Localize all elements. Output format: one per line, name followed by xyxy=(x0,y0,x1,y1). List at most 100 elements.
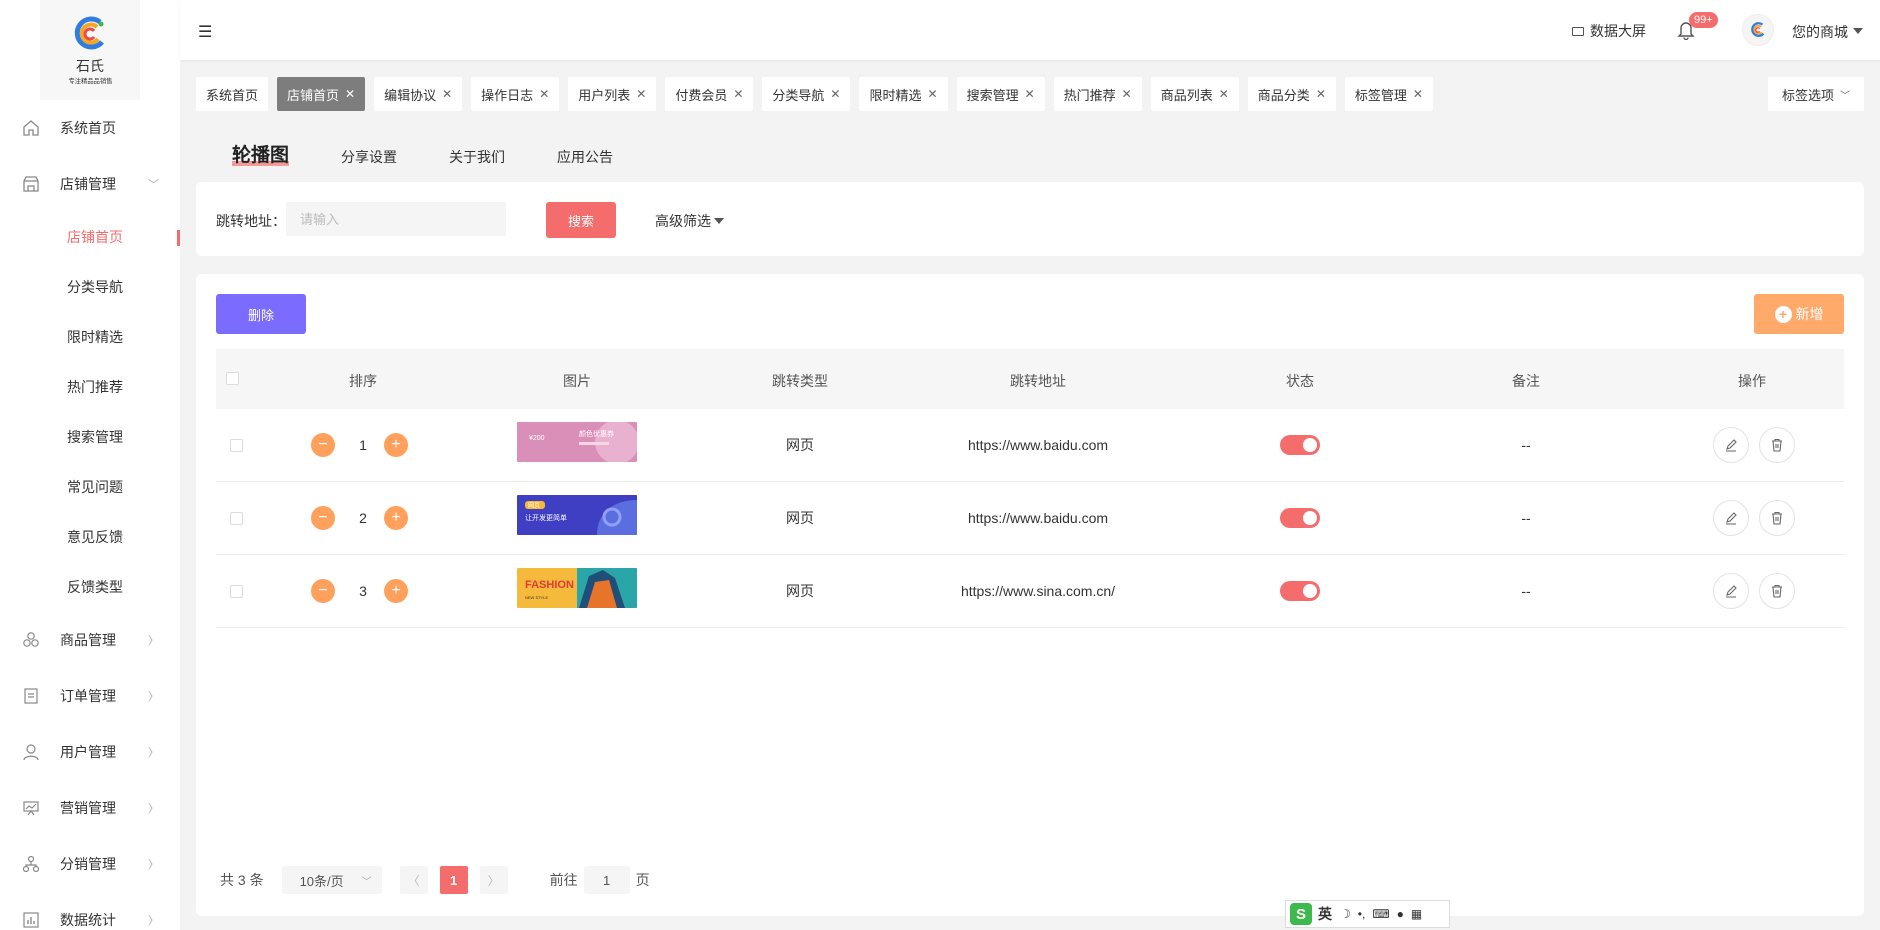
tag-limited-picks[interactable]: 限时精选 ✕ xyxy=(859,77,948,111)
close-icon[interactable]: ✕ xyxy=(442,87,452,101)
sidebar-item-stats[interactable]: 数据统计 〉 xyxy=(0,892,180,930)
delete-button[interactable]: 删除 xyxy=(216,294,306,334)
tab-banner[interactable]: 轮播图 xyxy=(232,140,290,167)
tag-label: 编辑协议 xyxy=(384,87,437,103)
sidebar-sub-search-manage[interactable]: 搜索管理 xyxy=(0,412,180,462)
close-icon[interactable]: ✕ xyxy=(1316,87,1326,101)
status-toggle[interactable] xyxy=(1280,508,1320,528)
increase-order-button[interactable]: + xyxy=(384,579,408,603)
punctuation-icon[interactable]: •, xyxy=(1358,907,1366,921)
page-size-select[interactable]: 10条/页 ﹀ xyxy=(281,866,382,894)
close-icon[interactable]: ✕ xyxy=(830,87,840,101)
delete-row-button[interactable] xyxy=(1759,427,1795,463)
ime-language[interactable]: 英 xyxy=(1318,904,1332,924)
decrease-order-button[interactable]: − xyxy=(311,579,335,603)
sidebar-item-users[interactable]: 用户管理 〉 xyxy=(0,724,180,780)
sidebar-sub-faq[interactable]: 常见问题 xyxy=(0,462,180,512)
sidebar-item-orders[interactable]: 订单管理 〉 xyxy=(0,668,180,724)
edit-button[interactable] xyxy=(1713,500,1749,536)
tag-goods-category[interactable]: 商品分类 ✕ xyxy=(1247,77,1336,111)
tag-category-nav[interactable]: 分类导航 ✕ xyxy=(762,77,851,111)
sidebar-sub-limited-picks[interactable]: 限时精选 xyxy=(0,312,180,362)
tag-user-list[interactable]: 用户列表 ✕ xyxy=(568,77,657,111)
column-header-status: 状态 xyxy=(1286,373,1314,389)
sidebar-sub-hot-recommend[interactable]: 热门推荐 xyxy=(0,362,180,412)
banner-image-thumbnail[interactable]: FASHION NEW STYLE xyxy=(517,568,637,608)
tag-hot-recommend[interactable]: 热门推荐 ✕ xyxy=(1053,77,1142,111)
tag-goods-list[interactable]: 商品列表 ✕ xyxy=(1150,77,1239,111)
row-checkbox[interactable] xyxy=(230,439,243,452)
close-icon[interactable]: ✕ xyxy=(345,87,355,101)
sidebar-sub-feedback[interactable]: 意见反馈 xyxy=(0,512,180,562)
row-checkbox[interactable] xyxy=(230,585,243,598)
close-icon[interactable]: ✕ xyxy=(636,87,646,101)
decrease-order-button[interactable]: − xyxy=(311,506,335,530)
advanced-filter-toggle[interactable]: 高级筛选 xyxy=(655,211,724,231)
tag-label-manage[interactable]: 标签管理 ✕ xyxy=(1344,77,1433,111)
page-number-1[interactable]: 1 xyxy=(439,866,468,894)
tag-label: 热门推荐 xyxy=(1063,87,1116,103)
row-checkbox[interactable] xyxy=(230,512,243,525)
select-all-checkbox[interactable] xyxy=(226,372,239,385)
edit-button[interactable] xyxy=(1713,573,1749,609)
tag-search-manage[interactable]: 搜索管理 ✕ xyxy=(956,77,1045,111)
menu-toggle-icon[interactable]: ☰ xyxy=(198,22,212,42)
edit-button[interactable] xyxy=(1713,427,1749,463)
search-button[interactable]: 搜索 xyxy=(546,202,616,238)
add-button[interactable]: + 新增 xyxy=(1754,294,1844,334)
tag-paid-member[interactable]: 付费会员 ✕ xyxy=(665,77,754,111)
status-toggle[interactable] xyxy=(1280,581,1320,601)
increase-order-button[interactable]: + xyxy=(384,506,408,530)
close-icon[interactable]: ✕ xyxy=(733,87,743,101)
goto-page-input[interactable] xyxy=(583,866,630,894)
tag-label: 付费会员 xyxy=(675,87,728,103)
close-icon[interactable]: ✕ xyxy=(928,87,938,101)
delete-row-button[interactable] xyxy=(1759,573,1795,609)
prev-page-button[interactable]: 〈 xyxy=(399,866,428,894)
logo-icon xyxy=(1751,22,1765,37)
sidebar-item-goods[interactable]: 商品管理 〉 xyxy=(0,612,180,668)
tag-operation-log[interactable]: 操作日志 ✕ xyxy=(471,77,560,111)
tag-edit-agreement[interactable]: 编辑协议 ✕ xyxy=(374,77,463,111)
status-toggle[interactable] xyxy=(1280,435,1320,455)
increase-order-button[interactable]: + xyxy=(384,433,408,457)
logo-name: 石氏 xyxy=(76,59,104,75)
delete-row-button[interactable] xyxy=(1759,500,1795,536)
banner-image-thumbnail[interactable]: 网页 让开发更简单 xyxy=(517,495,637,535)
jump-url-input[interactable] xyxy=(286,202,506,236)
sidebar-item-label: 系统首页 xyxy=(60,120,116,136)
caret-down-icon[interactable] xyxy=(1853,28,1863,34)
decrease-order-button[interactable]: − xyxy=(311,433,335,457)
order-value: 1 xyxy=(359,437,367,453)
avatar[interactable] xyxy=(1742,14,1774,46)
sidebar-sub-category-nav[interactable]: 分类导航 xyxy=(0,262,180,312)
moon-icon[interactable]: ☽ xyxy=(1340,907,1351,921)
close-icon[interactable]: ✕ xyxy=(1413,87,1423,101)
user-icon[interactable]: ● xyxy=(1397,907,1404,921)
sidebar-item-marketing[interactable]: 营销管理 〉 xyxy=(0,780,180,836)
shop-name[interactable]: 您的商城 xyxy=(1792,22,1848,42)
tag-label: 分类导航 xyxy=(772,87,825,103)
tag-system-home[interactable]: 系统首页 xyxy=(196,77,269,111)
next-page-button[interactable]: 〉 xyxy=(479,866,508,894)
close-icon[interactable]: ✕ xyxy=(1219,87,1229,101)
grid-icon[interactable]: ▦ xyxy=(1411,907,1422,921)
close-icon[interactable]: ✕ xyxy=(539,87,549,101)
close-icon[interactable]: ✕ xyxy=(1025,87,1035,101)
banner-image-thumbnail[interactable]: ¥200 颜色优惠券 xyxy=(517,422,637,462)
ime-toolbar[interactable]: S 英 ☽ •, ⌨ ● ▦ xyxy=(1285,900,1450,928)
close-icon[interactable]: ✕ xyxy=(1122,87,1132,101)
tab-about-us[interactable]: 关于我们 xyxy=(449,147,505,167)
sidebar-item-home[interactable]: 系统首页 xyxy=(0,100,180,156)
data-screen-link[interactable]: 数据大屏 xyxy=(1572,21,1646,41)
tag-options-button[interactable]: 标签选项 ﹀ xyxy=(1768,77,1864,111)
tab-share-settings[interactable]: 分享设置 xyxy=(341,147,397,167)
tag-store-home[interactable]: 店铺首页 ✕ xyxy=(277,77,366,111)
tab-app-notice[interactable]: 应用公告 xyxy=(557,147,613,167)
sidebar-item-distribution[interactable]: 分销管理 〉 xyxy=(0,836,180,892)
sidebar-item-store[interactable]: 店铺管理 ﹀ xyxy=(0,156,180,212)
keyboard-icon[interactable]: ⌨ xyxy=(1372,907,1389,921)
sidebar-sub-store-home[interactable]: 店铺首页 xyxy=(0,212,180,262)
sidebar-sub-feedback-type[interactable]: 反馈类型 xyxy=(0,562,180,612)
goods-icon xyxy=(22,631,40,649)
